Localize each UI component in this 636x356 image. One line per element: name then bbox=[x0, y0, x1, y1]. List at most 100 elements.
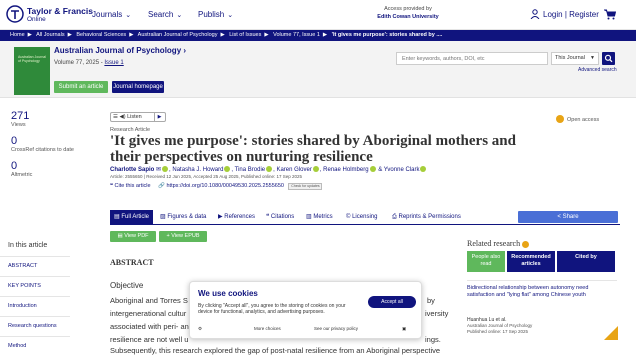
toc-item-method[interactable]: Method bbox=[0, 336, 70, 356]
tab-licensing[interactable]: © Licensing bbox=[346, 210, 377, 224]
search-icon bbox=[604, 54, 613, 63]
check-updates-badge[interactable]: Check for updates bbox=[288, 183, 323, 190]
related-tab-people-also-read[interactable]: People also read bbox=[467, 251, 505, 272]
tab-citations[interactable]: ❝ Citations bbox=[266, 210, 294, 224]
listen-button[interactable]: ☰ ◀) Listen ▶ bbox=[110, 112, 166, 122]
tab-label: Citations bbox=[270, 214, 295, 220]
breadcrumb-item[interactable]: Volume 77, Issue 1 bbox=[273, 32, 320, 38]
tab-metrics[interactable]: ▥ Metrics bbox=[306, 210, 333, 224]
search-scope-select[interactable]: This Journal ▼ bbox=[551, 52, 599, 65]
share-button[interactable]: < Share bbox=[518, 211, 618, 223]
breadcrumb-item[interactable]: Behavioral Sciences bbox=[76, 32, 126, 38]
crossref-count[interactable]: 0 bbox=[11, 135, 91, 147]
cite-link[interactable]: Cite this article bbox=[115, 183, 151, 189]
link-separator: | bbox=[564, 10, 567, 19]
author-link[interactable]: Tina Brodie bbox=[235, 167, 265, 173]
author-link[interactable]: Yvonne Clark bbox=[384, 167, 420, 173]
more-choices-link[interactable]: More choices bbox=[254, 326, 281, 331]
abstract-line: Aboriginal and Torres S bbox=[110, 296, 188, 305]
breadcrumb-item[interactable]: All Journals bbox=[36, 32, 64, 38]
tf-logo[interactable]: Taylor & Francis Online bbox=[6, 4, 93, 26]
author-link[interactable]: Karen Glover bbox=[276, 167, 311, 173]
tf-logo-icon bbox=[6, 5, 24, 23]
advanced-search-link[interactable]: Advanced search bbox=[578, 67, 617, 73]
user-icon bbox=[530, 9, 540, 20]
abstract-line: Subsequently, this research explored the… bbox=[110, 346, 441, 355]
abstract-line-fragment: by bbox=[427, 296, 435, 305]
crossref-label: CrossRef citations to date bbox=[11, 147, 74, 153]
nav-publish-label: Publish bbox=[198, 10, 225, 19]
cart-icon[interactable] bbox=[604, 9, 616, 20]
doi-link[interactable]: https://doi.org/10.1080/00049530.2025.25… bbox=[167, 183, 284, 189]
tab-references[interactable]: ▶ References bbox=[218, 210, 255, 224]
tab-label: Metrics bbox=[313, 214, 333, 220]
email-icon[interactable]: ✉ bbox=[156, 167, 161, 173]
author-link[interactable]: Natasha J. Howard bbox=[172, 167, 223, 173]
tab-reprints[interactable]: ⎙ Reprints & Permissions bbox=[392, 210, 461, 224]
search-button[interactable] bbox=[602, 52, 615, 65]
bar-chart-icon: ▥ bbox=[306, 214, 312, 220]
view-pdf-button[interactable]: ▤ View PDF bbox=[110, 231, 156, 242]
related-tab-cited-by[interactable]: Cited by bbox=[557, 251, 615, 272]
chevron-down-icon: ⌄ bbox=[176, 12, 183, 19]
tab-label: Full Article bbox=[121, 214, 150, 220]
nav-search[interactable]: Search ⌄ bbox=[148, 10, 182, 19]
breadcrumb-item[interactable]: Australian Journal of Psychology bbox=[138, 32, 218, 38]
copyright-icon: © bbox=[346, 214, 351, 220]
tab-label: Licensing bbox=[352, 214, 378, 220]
toc-item-key-points[interactable]: KEY POINTS bbox=[0, 276, 70, 296]
submit-article-button[interactable]: Submit an article bbox=[54, 81, 108, 93]
cite-row: ❝ Cite this article 🔗 https://doi.org/10… bbox=[110, 183, 323, 190]
author-link[interactable]: Renae Holmberg bbox=[323, 167, 368, 173]
orcid-icon[interactable] bbox=[266, 166, 273, 172]
breadcrumb-item[interactable]: List of Issues bbox=[229, 32, 261, 38]
cookie-preferences-icon[interactable]: ▣ bbox=[402, 326, 406, 332]
journal-title-link[interactable]: Australian Journal of Psychology › bbox=[54, 46, 186, 55]
toc-item-research-questions[interactable]: Research questions bbox=[0, 316, 70, 336]
orcid-icon[interactable] bbox=[224, 166, 231, 172]
related-label: Related research bbox=[467, 239, 521, 248]
breadcrumb-item[interactable]: Home bbox=[10, 32, 25, 38]
register-link[interactable]: Register bbox=[569, 10, 599, 19]
open-access-icon bbox=[556, 115, 564, 123]
related-tab-recommended[interactable]: Recommended articles bbox=[507, 251, 555, 272]
accept-all-button[interactable]: Accept all bbox=[368, 296, 416, 308]
toc-item-abstract[interactable]: ABSTRACT bbox=[0, 256, 70, 276]
related-article-title[interactable]: Bidirectional relationship between auton… bbox=[467, 280, 617, 299]
login-link[interactable]: Login bbox=[543, 10, 563, 19]
view-epub-button[interactable]: + View EPUB bbox=[159, 231, 207, 242]
abstract-line: intergenerational cultur bbox=[110, 309, 187, 318]
issue-link[interactable]: Issue 1 bbox=[104, 60, 123, 66]
settings-icon[interactable]: ⚙ bbox=[198, 326, 202, 332]
search-input[interactable] bbox=[396, 52, 548, 65]
tab-full-article[interactable]: ▤ Full Article bbox=[110, 210, 154, 224]
quote-icon: ❝ bbox=[266, 214, 270, 220]
views-count: 271 bbox=[11, 110, 30, 122]
orcid-icon[interactable] bbox=[369, 166, 376, 172]
journal-homepage-button[interactable]: Journal homepage bbox=[112, 81, 164, 93]
pdf-icon: ▤ bbox=[117, 233, 123, 239]
journal-cover[interactable]: Australian Journal of Psychology bbox=[14, 47, 50, 95]
view-pdf-label: View PDF bbox=[124, 233, 149, 239]
orcid-icon[interactable] bbox=[162, 166, 169, 172]
breadcrumb-arrow-icon: ▶ bbox=[67, 32, 72, 38]
chevron-down-icon: ▼ bbox=[590, 55, 595, 61]
orcid-icon[interactable] bbox=[420, 166, 427, 172]
article-metrics: 271 Views 0 CrossRef citations to date 0… bbox=[11, 110, 91, 185]
altmetric-count[interactable]: 0 bbox=[11, 160, 91, 172]
breadcrumb-arrow-icon: ▶ bbox=[322, 32, 328, 38]
toc-item-introduction[interactable]: Introduction bbox=[0, 296, 70, 316]
nav-journals[interactable]: Journals ⌄ bbox=[92, 10, 131, 19]
tab-figures[interactable]: ▨ Figures & data bbox=[160, 210, 206, 224]
nav-publish[interactable]: Publish ⌄ bbox=[198, 10, 233, 19]
privacy-policy-link[interactable]: See our privacy policy bbox=[314, 326, 358, 331]
epub-icon: + bbox=[166, 233, 170, 239]
info-icon[interactable] bbox=[522, 241, 530, 248]
access-info: Access provided by Edith Cowan Universit… bbox=[338, 5, 478, 21]
orcid-icon[interactable] bbox=[312, 166, 319, 172]
author-link[interactable]: Charlotte Sapio bbox=[110, 167, 154, 173]
article-title: 'It gives me purpose': stories shared by… bbox=[110, 133, 516, 165]
image-icon: ▨ bbox=[160, 214, 166, 220]
print-icon: ⎙ bbox=[392, 214, 397, 220]
play-icon[interactable]: ▶ bbox=[154, 113, 164, 121]
